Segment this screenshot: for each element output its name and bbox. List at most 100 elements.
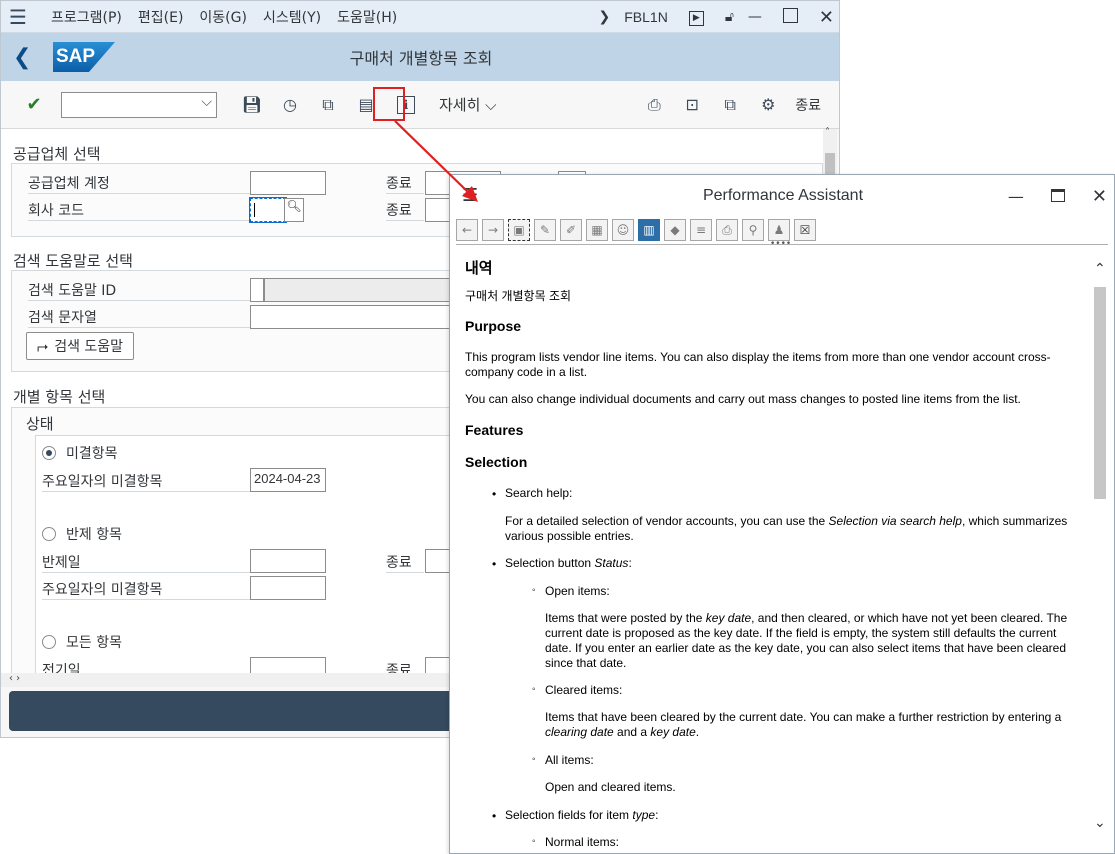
all-items-label: 모든 항목	[66, 635, 122, 651]
page-title: 구매처 개별항목 조회	[349, 49, 493, 68]
clearing-date-label: 반제일	[42, 552, 250, 573]
settings-icon[interactable]: ⚙	[757, 94, 779, 116]
unlock-icon[interactable]: 🔓︎	[725, 9, 734, 25]
normal-items-item: Normal items:	[545, 835, 620, 849]
bullet: •	[492, 557, 497, 571]
execute-icon[interactable]: ▶	[682, 8, 711, 26]
title-bar: ❮ SAP 구매처 개별항목 조회	[1, 33, 839, 81]
maximize-icon[interactable]	[776, 7, 805, 27]
new-window-icon[interactable]: ⧉	[719, 94, 741, 116]
back-arrow-icon[interactable]: ←	[456, 219, 478, 241]
scroll-up-icon[interactable]: ⌃	[1094, 261, 1106, 277]
print-icon[interactable]: ⎙	[716, 219, 738, 241]
purpose-heading: Purpose	[465, 318, 522, 334]
annotation-highlight-box	[373, 87, 405, 121]
menu-bar: ☰ 프로그램(P) 편집(E) 이동(G) 시스템(Y) 도움말(H) ❯ FB…	[1, 1, 839, 33]
status-title: 상태	[26, 415, 54, 433]
minimize-icon[interactable]: —	[748, 9, 762, 25]
open-key-date-input[interactable]: 2024-04-23	[250, 468, 326, 492]
transaction-code: FBL1N	[624, 9, 668, 25]
hamburger-menu-icon[interactable]: ☰	[1, 5, 35, 29]
selection-button-item: Selection button Status:	[505, 556, 632, 570]
search-help-button[interactable]: ⮣ 검색 도움말	[26, 332, 135, 360]
print-icon[interactable]: ⎙	[643, 94, 665, 116]
all-items-text: Open and cleared items.	[545, 780, 676, 794]
sub-bullet: ◦	[532, 836, 536, 847]
close-box-icon[interactable]: ☒	[794, 219, 816, 241]
selection-heading: Selection	[465, 454, 528, 470]
filter-icon[interactable]: ≡	[690, 219, 712, 241]
chevron-down-icon[interactable]: ⌵	[201, 94, 212, 110]
open-items-radio[interactable]	[42, 446, 56, 460]
cleared-items-text: Items that have been cleared by the curr…	[545, 710, 1062, 739]
forward-arrow-icon[interactable]: →	[482, 219, 504, 241]
vendor-selection-title: 공급업체 선택	[13, 145, 101, 163]
heading-description: 내역	[465, 260, 493, 277]
bookmark-icon[interactable]: ⊡	[681, 94, 703, 116]
company-code-to-label: 종료	[386, 200, 424, 221]
chevron-right-icon[interactable]: ❯	[599, 9, 611, 25]
menu-edit[interactable]: 편집(E)	[138, 7, 184, 27]
assistant-title-bar: ☰ Performance Assistant — ✕	[450, 175, 1114, 217]
vendor-account-label: 공급업체 계정	[28, 173, 250, 194]
user-icon[interactable]: ☺	[612, 219, 634, 241]
company-code-input[interactable]	[249, 197, 287, 223]
close-icon[interactable]: ✕	[1092, 186, 1107, 207]
assistant-vertical-scrollbar[interactable]: ⌃ ⌄	[1092, 259, 1108, 835]
checkmark-icon[interactable]: ✔	[23, 94, 45, 116]
details-label: 자세히	[439, 96, 481, 114]
details-button[interactable]: 자세히 ⌵	[439, 94, 497, 115]
tools-icon[interactable]: ✎	[534, 219, 556, 241]
sap-icon[interactable]: ◆	[664, 219, 686, 241]
vendor-account-from-input[interactable]	[250, 171, 326, 195]
item-selection-title: 개별 항목 선택	[13, 388, 106, 406]
cleared-items-label: 반제 항목	[66, 527, 122, 543]
edit-icon[interactable]: ✐	[560, 219, 582, 241]
cleared-open-key-date-label: 주요일자의 미결항목	[42, 579, 250, 600]
scroll-thumb[interactable]	[1094, 287, 1106, 499]
open-key-date-label: 주요일자의 미결항목	[42, 471, 250, 492]
search-help-button-label: 검색 도움말	[54, 339, 124, 355]
chevron-down-icon: ⌵	[480, 96, 497, 114]
menu-system[interactable]: 시스템(Y)	[263, 7, 321, 27]
bullet: •	[492, 809, 497, 823]
search-help-id-label: 검색 도움말 ID	[28, 280, 250, 301]
scroll-down-icon[interactable]: ⌄	[1094, 815, 1106, 831]
get-variant-icon[interactable]: ◷	[279, 94, 301, 116]
technical-info-icon[interactable]: ▦	[586, 219, 608, 241]
exit-button[interactable]: 종료	[795, 95, 821, 115]
scroll-up-icon[interactable]: ˄	[825, 127, 830, 138]
performance-assistant-window: ☰ Performance Assistant — ✕ ← → ▣ ✎ ✐ ▦ …	[449, 174, 1115, 854]
document-icon[interactable]: ▣	[508, 219, 530, 241]
search-help-text: For a detailed selection of vendor accou…	[505, 514, 1068, 543]
search-help-id-input[interactable]	[250, 278, 264, 302]
search-icon[interactable]: ⚲	[742, 219, 764, 241]
maximize-icon[interactable]	[1042, 187, 1074, 206]
all-items-radio[interactable]	[42, 635, 56, 649]
cleared-items-item: Cleared items:	[545, 683, 623, 697]
command-field[interactable]: ⌵	[61, 91, 217, 118]
open-items-text: Items that were posted by the key date, …	[545, 611, 1068, 670]
purpose-text-2: You can also change individual documents…	[465, 392, 1021, 406]
open-items-label: 미결항목	[66, 446, 118, 462]
menu-help[interactable]: 도움말(H)	[337, 7, 397, 27]
cleared-open-key-date-input[interactable]	[250, 576, 326, 600]
clearing-date-to-label: 종료	[386, 552, 424, 573]
assistant-splitter[interactable]: ••••	[456, 239, 1108, 249]
value-help-icon[interactable]: 🔍︎	[284, 198, 304, 222]
minimize-icon[interactable]: —	[1008, 187, 1024, 206]
save-icon[interactable]: 💾︎	[241, 94, 263, 116]
person-icon[interactable]: ♟	[768, 219, 790, 241]
features-heading: Features	[465, 422, 524, 438]
search-string-label: 검색 문자열	[28, 307, 250, 328]
clearing-date-from-input[interactable]	[250, 549, 326, 573]
copy-icon[interactable]: ⧉	[317, 94, 339, 116]
menu-goto[interactable]: 이동(G)	[199, 7, 247, 27]
book-icon[interactable]: ▥	[638, 219, 660, 241]
all-items-item: All items:	[545, 753, 594, 767]
menu-program[interactable]: 프로그램(P)	[51, 7, 122, 27]
close-icon[interactable]: ✕	[819, 7, 834, 28]
cleared-items-radio[interactable]	[42, 527, 56, 541]
company-code-label: 회사 코드	[28, 200, 250, 221]
sub-bullet: ◦	[532, 684, 536, 695]
